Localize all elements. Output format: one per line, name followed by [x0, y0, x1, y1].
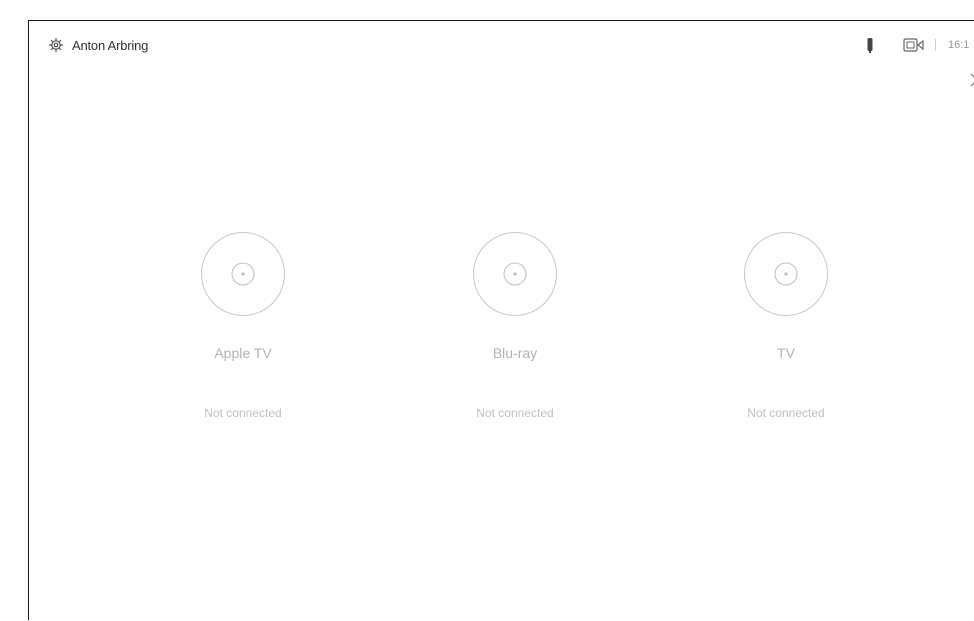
source-button[interactable]: [201, 232, 285, 316]
source-status: Not connected: [476, 406, 554, 420]
source-button[interactable]: [744, 232, 828, 316]
source-label: Apple TV: [214, 345, 272, 361]
device-screen: Anton Arbring 16:1 Apple TV Not connecte…: [28, 20, 974, 620]
source-tile-apple-tv[interactable]: Apple TV Not connected: [153, 232, 333, 422]
source-label: Blu-ray: [492, 345, 538, 361]
source-tile-tv[interactable]: TV Not connected: [696, 232, 876, 422]
source-icon: [231, 262, 255, 286]
source-icon: [774, 262, 798, 286]
source-status: Not connected: [204, 406, 282, 420]
source-status: Not connected: [747, 406, 825, 420]
source-icon: [503, 262, 527, 286]
source-label: TV: [777, 345, 795, 361]
source-button[interactable]: [473, 232, 557, 316]
source-list: Apple TV Not connected Blu-ray Not conne…: [29, 21, 974, 621]
source-tile-blu-ray[interactable]: Blu-ray Not connected: [425, 232, 605, 422]
